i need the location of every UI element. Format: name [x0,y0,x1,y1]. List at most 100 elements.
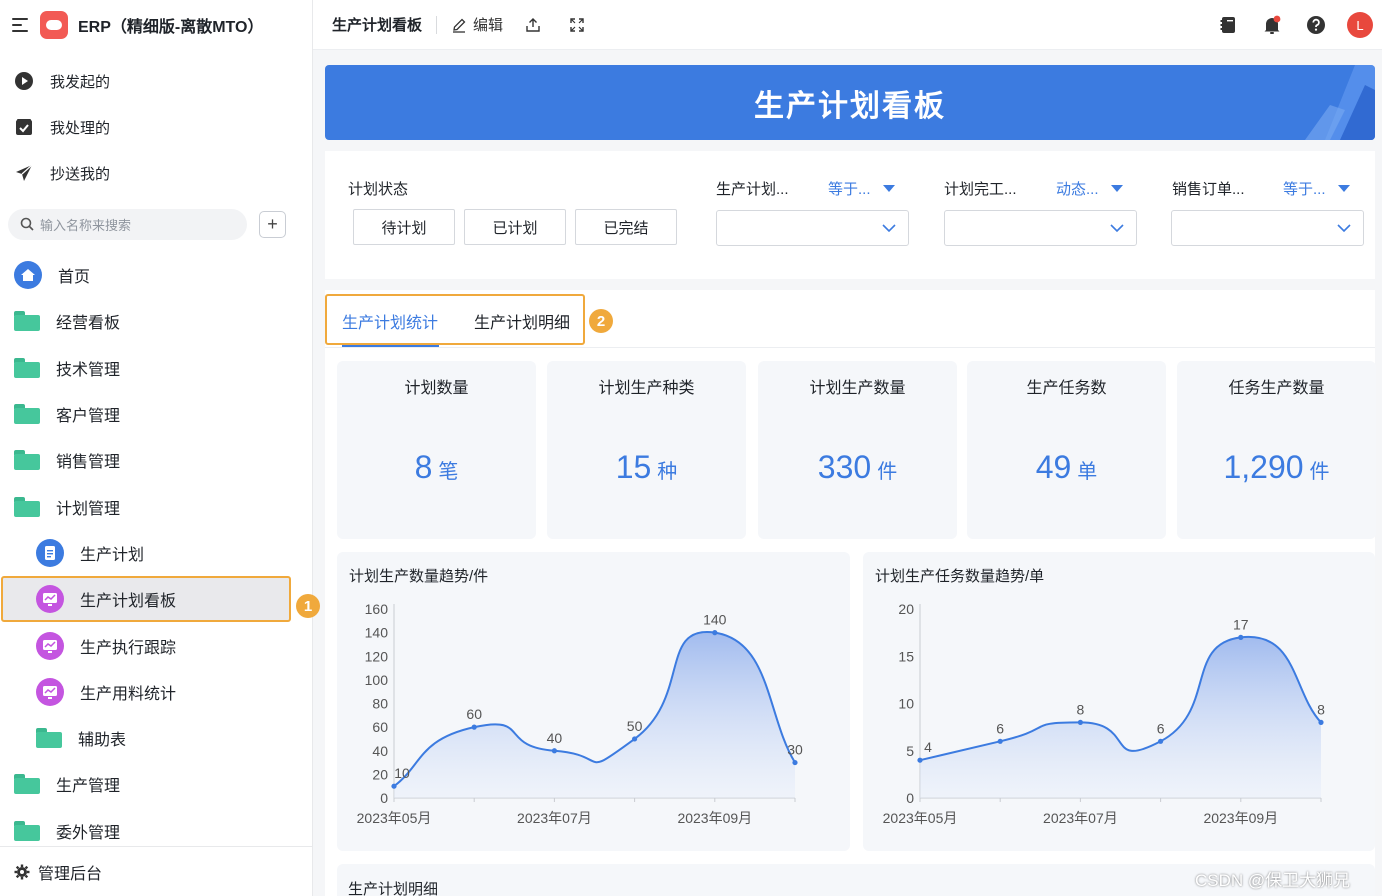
y-tick-label: 20 [372,766,388,782]
sidebar-item-production[interactable]: 生产管理 [0,761,312,807]
status-option-completed[interactable]: 已完结 [575,209,677,245]
kpi-unit: 笔 [438,461,459,483]
data-label: 60 [466,706,482,722]
fullscreen-icon [570,17,584,32]
menu-toggle-icon[interactable] [12,18,28,32]
sidebar-item-label: 生产管理 [56,778,121,796]
kpi-title: 计划生产数量 [809,380,906,397]
folder-open-icon [14,496,40,517]
kpi-value: 49 单 [967,449,1166,486]
kpi-value: 330 件 [758,449,957,486]
sidebar-item-label: 生产计划看板 [80,593,177,611]
kpi-card-task-quantity: 任务生产数量 1,290 件 [1177,361,1376,539]
y-tick-label: 15 [898,648,914,664]
sidebar-item-execution[interactable]: 生产执行跟踪 [0,622,312,668]
help-button[interactable] [1302,11,1330,39]
status-option-pending[interactable]: 待计划 [353,209,455,245]
sidebar-item-production-plan[interactable]: 生产计划 [0,530,312,576]
tab-plan-detail[interactable]: 生产计划明细 [474,309,570,333]
gear-icon [14,864,30,880]
kpi-title: 生产任务数 [1026,380,1107,397]
filter-select-completion[interactable] [944,210,1137,246]
sidebar-item-aux[interactable]: 辅助表 [0,715,312,761]
avatar: L [1347,12,1373,38]
y-tick-label: 140 [365,625,389,641]
tab-plan-statistics[interactable]: 生产计划统计 [342,309,438,333]
nav-item-handled[interactable]: 我处理的 [0,104,312,150]
dashboard-icon [36,677,64,706]
edit-button[interactable]: 编辑 [451,14,503,35]
kpi-title: 计划数量 [404,380,469,397]
kpi-card-task-count: 生产任务数 49 单 [967,361,1166,539]
data-label: 8 [1317,701,1325,717]
filter-select-sales-order[interactable] [1171,210,1364,246]
sidebar-item-home[interactable]: 首页 [0,252,312,298]
filter-operator-plan[interactable]: 等于... [828,178,895,199]
status-filter-label: 计划状态 [348,181,409,198]
filter-label-completion: 计划完工... [944,181,1017,198]
sidebar-item-label: 生产计划 [80,546,145,564]
y-tick-label: 0 [906,790,914,806]
fullscreen-button[interactable] [569,17,591,33]
banner-title: 生产计划看板 [754,89,946,123]
y-tick-label: 60 [372,719,388,735]
data-point [917,757,923,763]
sidebar-search-input[interactable]: 输入名称来搜索 [8,208,247,240]
watermark: CSDN @保卫大狮兄 [1195,871,1351,890]
top-bar-actions: L [1198,11,1374,39]
user-avatar-button[interactable]: L [1346,11,1374,39]
edit-label: 编辑 [473,17,504,34]
sidebar-item-label: 首页 [58,269,91,287]
data-point [792,759,798,766]
filter-select-plan[interactable] [716,210,909,246]
caret-down-icon [882,185,895,192]
sidebar-item-label: 客户管理 [56,408,121,426]
sidebar-item-label: 生产执行跟踪 [80,639,177,657]
data-label: 50 [627,718,643,734]
folder-icon [14,774,40,795]
data-point [712,630,718,636]
sidebar-search-row: 输入名称来搜索 + [0,200,312,248]
data-point [632,736,638,742]
nav-item-label: 我处理的 [50,119,111,137]
sidebar-item-sales[interactable]: 销售管理 [0,437,312,483]
kpi-value: 8笔 [337,449,536,486]
status-option-planned[interactable]: 已计划 [464,209,566,245]
nav-item-initiated[interactable]: 我发起的 [0,58,312,104]
plan-quantity-trend-chart: 0 20 40 60 80 100 120 140 160 2023年05月 2023年07月 202… [357,601,803,826]
sidebar-item-plan[interactable]: 计划管理 [0,483,312,529]
callout-badge-2: 2 [589,309,613,333]
notebook-button[interactable] [1214,11,1242,39]
caret-down-icon [1337,185,1350,192]
filter-operator-completion[interactable]: 动态... [1056,178,1123,199]
folder-icon [14,820,40,841]
add-button[interactable]: + [259,210,286,238]
sidebar-item-business-board[interactable]: 经营看板 [0,298,312,344]
chevron-down-icon [1110,224,1124,233]
folder-icon [14,357,40,378]
sidebar-item-material[interactable]: 生产用料统计 [0,669,312,715]
nav-item-cc[interactable]: 抄送我的 [0,150,312,196]
sidebar-item-tech[interactable]: 技术管理 [0,345,312,391]
tabs-divider [325,347,1375,348]
dashboard-icon [36,585,64,614]
folder-icon [14,450,40,471]
sidebar-item-customer[interactable]: 客户管理 [0,391,312,437]
notification-button[interactable] [1258,11,1286,39]
folder-icon [14,311,40,332]
y-tick-label: 5 [906,743,914,759]
chart-card-task-count: 0 5 10 15 20 2023年05月 2023年07月 2023年09月 4 6 8 6 17 8 … [863,552,1375,851]
data-label: 30 [787,742,803,758]
admin-backend-link[interactable]: 管理后台 [0,846,312,896]
x-tick-label: 2023年07月 [1043,810,1118,826]
home-icon [14,261,42,290]
data-point [471,724,477,730]
x-tick-label: 2023年09月 [1203,810,1278,826]
filter-operator-sales-order[interactable]: 等于... [1283,178,1350,199]
kpi-number: 15 [615,449,652,485]
sidebar-item-label: 计划管理 [56,500,121,518]
callout-badge-1: 1 [296,594,320,618]
filter-panel: 计划状态 待计划 已计划 已完结 生产计划... 等于... 计划完工... 动… [325,151,1375,279]
share-button[interactable] [525,17,547,33]
sidebar-item-plan-board[interactable]: 生产计划看板 [0,576,312,623]
